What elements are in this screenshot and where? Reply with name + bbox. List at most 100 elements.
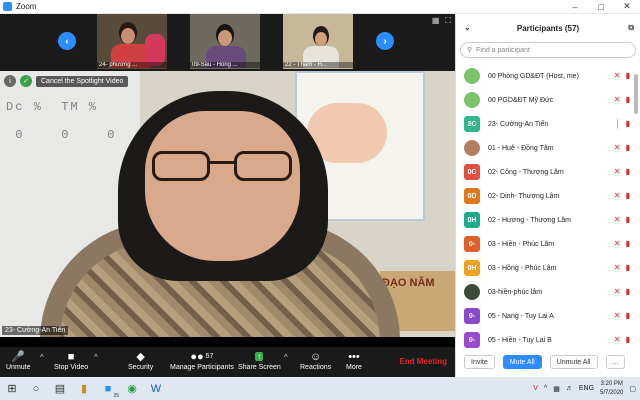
word-icon[interactable]: W [144, 377, 168, 400]
file-explorer-icon[interactable]: ▮ [72, 377, 96, 400]
zoom-taskbar-badge: 25 [113, 393, 119, 399]
mic-muted-icon[interactable]: ✕ [614, 191, 621, 200]
panel-footer: Invite Mute All Unmute All ... [456, 355, 640, 369]
unmute-all-button[interactable]: Unmute All [549, 355, 598, 369]
windows-taskbar: ⊞ ○ ▤ ▮ ■ 25 ◉ W V ^ ▦ ♬ ENG 3:20 PM 5/7/… [0, 377, 640, 400]
search-taskbar-icon[interactable]: ○ [24, 377, 48, 400]
mic-muted-icon[interactable]: ✕ [614, 287, 621, 296]
manage-participants-button[interactable]: ●● 57 Manage Participants [170, 349, 234, 372]
popout-icon[interactable]: ⧉ [628, 23, 634, 33]
participant-row[interactable]: 03-hiền-phúc lâm ✕ ▮ [456, 280, 632, 304]
participant-row[interactable]: 00 Phòng GD&ĐT (Host, me) ✕ ▮ [456, 64, 632, 88]
chevron-down-icon[interactable]: ⌄ [464, 23, 471, 32]
unmute-button[interactable]: 🎤 Unmute [6, 349, 31, 371]
participant-row[interactable]: 0D 02- Dinh- Thượng Lâm ✕ ▮ [456, 184, 632, 208]
clock[interactable]: 3:20 PM 5/7/2020 [600, 380, 623, 398]
participant-row[interactable]: 0H 03 - Hồng - Phúc Lâm ✕ ▮ [456, 256, 632, 280]
participant-name: 02- Công - Thượng Lâm [488, 168, 564, 176]
video-thumbnail[interactable]: 09-Sáu - Hồng ... [190, 14, 260, 69]
invite-button[interactable]: Invite [464, 355, 495, 369]
mic-muted-icon[interactable]: ✕ [614, 215, 621, 224]
participant-row[interactable]: 0H 02 - Hương - Thượng Lâm ✕ ▮ [456, 208, 632, 232]
video-off-icon: ▮ [625, 71, 630, 80]
task-view-icon[interactable]: ▤ [48, 377, 72, 400]
volume-icon[interactable]: ♬ [566, 385, 573, 392]
participant-row[interactable]: 0- 05 - Hiền - Tuy Lai B ✕ ▮ [456, 328, 632, 352]
stop-video-label: Stop Video [54, 364, 89, 371]
minimize-button[interactable]: – [562, 0, 588, 14]
cancel-spotlight-button[interactable]: Cancel the Spotlight Video [36, 75, 129, 87]
speaker-glasses [152, 151, 292, 181]
scrollbar[interactable] [634, 74, 638, 114]
mic-muted-icon[interactable]: ✕ [614, 311, 621, 320]
security-shield-icon[interactable]: ✓ [20, 75, 32, 87]
stop-video-button[interactable]: ■ Stop Video [54, 349, 89, 372]
tray-overflow-icon[interactable]: ^ [544, 385, 547, 392]
security-button[interactable]: ◆ Security [128, 349, 153, 371]
mic-muted-icon[interactable]: ✕ [614, 71, 621, 80]
ellipsis-icon: ••• [348, 350, 360, 363]
participant-search[interactable]: ⚲ Find a participant [460, 42, 636, 58]
participant-name: 00 PGD&ĐT Mỹ Đức [488, 96, 554, 104]
mic-muted-icon[interactable]: ✕ [614, 167, 621, 176]
language-indicator[interactable]: ENG [579, 385, 594, 392]
thumbnail-label: 09-Sáu - Hồng ... [190, 62, 260, 68]
reactions-button[interactable]: ☺ Reactions [300, 349, 331, 372]
participant-name: 23- Cường-An Tiến [488, 120, 549, 128]
more-button[interactable]: ••• More [346, 349, 362, 372]
whiteboard-text: Dc % TM % 0 0 0 [6, 100, 117, 142]
more-options-button[interactable]: ... [605, 355, 626, 369]
close-button[interactable]: ✕ [614, 0, 640, 14]
mic-muted-icon[interactable]: ✕ [614, 239, 621, 248]
video-off-icon: ▮ [625, 215, 630, 224]
share-screen-label: Share Screen [238, 364, 281, 371]
participant-name: 03 - Hồng - Phúc Lâm [488, 264, 557, 272]
mic-muted-icon[interactable]: ✕ [614, 95, 621, 104]
participant-name: 02 - Hương - Thượng Lâm [488, 216, 572, 224]
participant-row[interactable]: 01 - Huệ - Đồng Tâm ✕ ▮ [456, 136, 632, 160]
participant-row[interactable]: 0- 03 - Hiền - Phúc Lâm ✕ ▮ [456, 232, 632, 256]
zoom-taskbar-icon[interactable]: ■ 25 [96, 377, 120, 400]
avatar: 0D [464, 188, 480, 204]
participant-row[interactable]: 00 PGD&ĐT Mỹ Đức ✕ ▮ [456, 88, 632, 112]
clock-time: 3:20 PM [600, 380, 623, 387]
avatar: 0H [464, 260, 480, 276]
mic-muted-icon[interactable]: ✕ [614, 263, 621, 272]
share-screen-button[interactable]: ↑ Share Screen [238, 349, 281, 371]
gallery-next-button[interactable]: › [376, 32, 394, 50]
mic-muted-icon[interactable]: ✕ [614, 143, 621, 152]
speaker-name-tag: 23- Cường-An Tiến [2, 326, 69, 335]
avatar [464, 140, 480, 156]
video-thumbnail[interactable]: 24- phương ... [97, 14, 167, 69]
system-tray: V ^ ▦ ♬ ENG 3:20 PM 5/7/2020 ▢ [533, 377, 640, 400]
antivirus-icon[interactable]: V [533, 385, 538, 392]
mic-icon[interactable]: │ [616, 119, 621, 128]
mute-all-button[interactable]: Mute All [502, 355, 542, 369]
window-title: Zoom [16, 2, 37, 11]
title-bar: Zoom – □ ✕ [0, 0, 640, 14]
chrome-icon[interactable]: ◉ [120, 377, 144, 400]
avatar [464, 284, 480, 300]
network-icon[interactable]: ▦ [553, 385, 560, 393]
mic-muted-icon[interactable]: ✕ [614, 335, 621, 344]
video-options-caret[interactable]: ^ [94, 353, 98, 362]
exit-fullscreen-icon[interactable]: ⛶ [445, 16, 451, 26]
participant-name: 01 - Huệ - Đồng Tâm [488, 144, 554, 152]
participant-name: 03-hiền-phúc lâm [488, 288, 543, 296]
info-icon[interactable]: i [4, 75, 16, 87]
maximize-button[interactable]: □ [588, 0, 614, 14]
gallery-prev-button[interactable]: ‹ [58, 32, 76, 50]
end-meeting-button[interactable]: End Meeting [399, 357, 447, 366]
notifications-icon[interactable]: ▢ [629, 385, 636, 393]
participant-row[interactable]: 0C 02- Công - Thượng Lâm ✕ ▮ [456, 160, 632, 184]
share-options-caret[interactable]: ^ [284, 353, 288, 362]
audio-options-caret[interactable]: ^ [40, 353, 44, 362]
participants-panel: ⌄ Participants (57) ⧉ ⚲ Find a participa… [455, 14, 640, 377]
view-icon[interactable]: ▦ [432, 16, 440, 26]
spotlight-controls: i ✓ Cancel the Spotlight Video [4, 75, 129, 87]
start-icon[interactable]: ⊞ [0, 377, 24, 400]
participant-row[interactable]: 0- 05 - Nang - Tuy Lai A ✕ ▮ [456, 304, 632, 328]
video-thumbnail[interactable]: 22 - Thắm - H... [283, 14, 353, 69]
avatar: 0- [464, 236, 480, 252]
participant-row[interactable]: 2C 23- Cường-An Tiến │ ▮ [456, 112, 632, 136]
